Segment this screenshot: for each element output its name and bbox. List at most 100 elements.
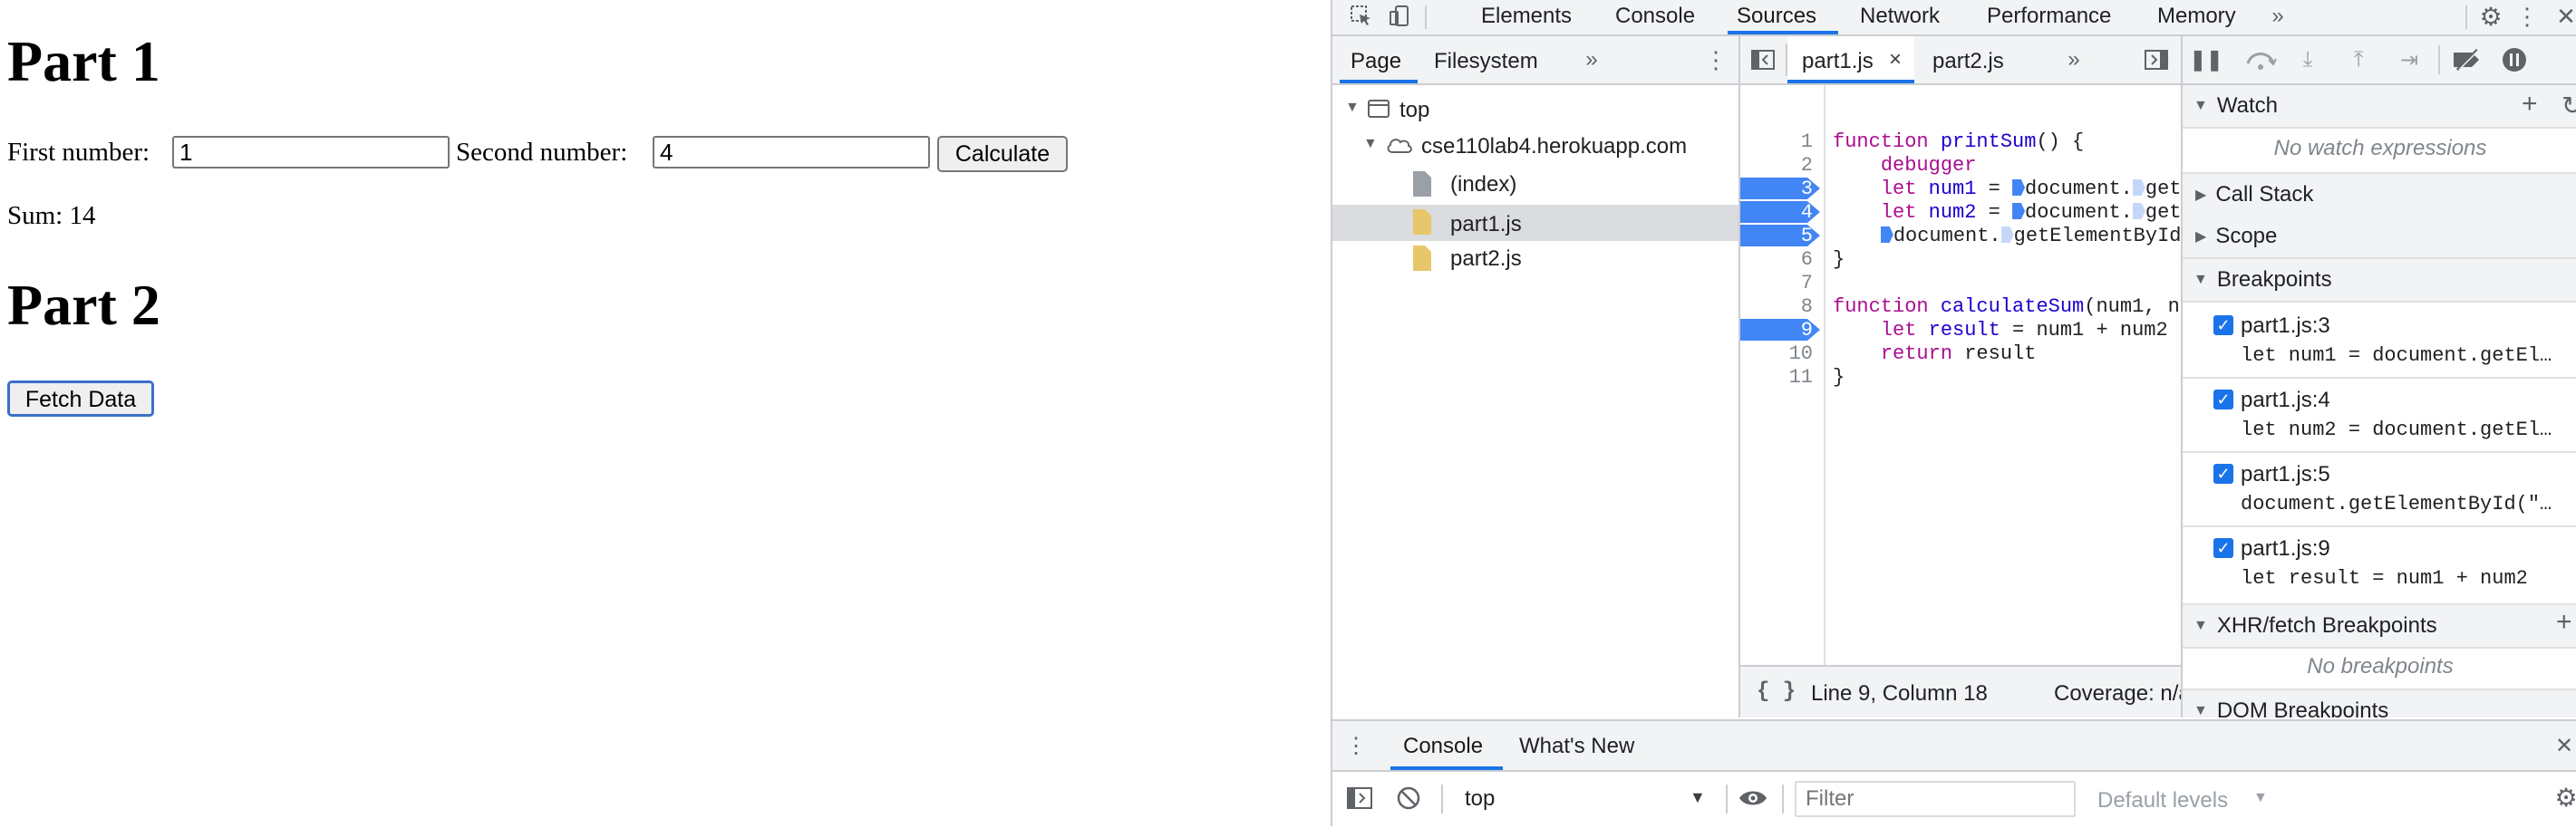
pretty-print-icon[interactable]: { } [1757, 679, 1796, 704]
tree-item-index[interactable]: (index) [1341, 168, 1731, 199]
checkbox-checked-icon[interactable]: ✓ [2213, 315, 2233, 335]
dom-breakpoints-title: DOM Breakpoints [2216, 698, 2389, 717]
refresh-watch-icon[interactable]: ↻ [2561, 91, 2576, 120]
close-tab-icon[interactable]: × [1889, 47, 1902, 72]
second-number-input[interactable]: 4 [653, 136, 930, 168]
tab-memory[interactable]: Memory [2157, 4, 2236, 29]
editor-tab-part1[interactable]: part1.js × [1787, 36, 1914, 83]
line-number[interactable]: 10 [1740, 342, 1813, 365]
tab-elements[interactable]: Elements [1481, 4, 1572, 29]
breakpoint-item[interactable]: ✓ part1.js:3 let num1 = document.getEl… [2183, 304, 2576, 379]
expand-triangle-icon[interactable]: ▶ [2195, 227, 2206, 246]
inline-breakpoint-icon[interactable] [2012, 179, 2026, 196]
breakpoint-location: part1.js:3 [2241, 313, 2330, 338]
line-number[interactable]: 1 [1740, 130, 1813, 153]
calculate-button[interactable]: Calculate [937, 136, 1068, 172]
tab-network[interactable]: Network [1860, 4, 1940, 29]
drawer-menu-icon[interactable]: ⋮ [1345, 732, 1367, 759]
line-number[interactable]: 4 [1740, 201, 1813, 224]
tab-performance[interactable]: Performance [1987, 4, 2111, 29]
step-over-icon[interactable] [2242, 47, 2279, 72]
more-nav-tabs-icon[interactable]: » [1581, 47, 1603, 72]
collapse-triangle-icon[interactable]: ▼ [2193, 703, 2208, 717]
collapse-triangle-icon[interactable]: ▼ [2193, 272, 2208, 288]
code-line-2: debugger [1880, 154, 1977, 177]
editor-tab-part1-label: part1.js [1802, 49, 1874, 73]
line-number[interactable]: 9 [1740, 319, 1813, 342]
add-xhr-breakpoint-icon[interactable]: + [2556, 607, 2572, 638]
inline-breakpoint-icon[interactable] [2132, 179, 2145, 196]
call-stack-header[interactable]: ▶ Call Stack [2183, 172, 2576, 217]
breakpoint-location: part1.js:9 [2241, 536, 2330, 561]
add-watch-icon[interactable]: + [2522, 89, 2538, 120]
tab-page[interactable]: Page [1351, 49, 1401, 74]
tab-console[interactable]: Console [1615, 4, 1695, 29]
inline-breakpoint-icon[interactable] [1880, 226, 1893, 243]
inline-breakpoint-icon[interactable] [2000, 226, 2014, 243]
log-levels-dropdown[interactable]: Default levels ▼ [2090, 781, 2271, 817]
breakpoint-item[interactable]: ✓ part1.js:5 document.getElementById("… [2183, 453, 2576, 527]
more-editor-tabs-icon[interactable]: » [2063, 47, 2085, 72]
first-number-input[interactable]: 1 [172, 136, 450, 168]
scope-header[interactable]: ▶ Scope [2183, 216, 2576, 259]
step-icon[interactable]: ⇥ [2395, 47, 2424, 72]
step-into-icon[interactable]: ⤓ [2295, 47, 2320, 72]
toggle-debugger-icon[interactable] [2143, 47, 2170, 72]
breakpoint-item[interactable]: ✓ part1.js:9 let result = num1 + num2 [2183, 527, 2576, 600]
navigator-pane: Page Filesystem » ⋮ ▼ top ▼ cse110lab4.h… [1332, 36, 1738, 717]
close-devtools-icon[interactable]: ✕ [2554, 2, 2576, 31]
tree-item-top[interactable]: ▼ top [1341, 96, 1731, 125]
deactivate-breakpoints-icon[interactable] [2451, 47, 2484, 72]
tree-item-part1-selected[interactable]: part1.js [1332, 205, 1738, 241]
collapse-triangle-icon[interactable]: ▼ [2193, 618, 2208, 634]
checkbox-checked-icon[interactable]: ✓ [2213, 538, 2233, 558]
close-drawer-icon[interactable]: ✕ [2552, 732, 2576, 759]
pause-on-exceptions-icon[interactable] [2500, 45, 2529, 74]
live-expression-eye-icon[interactable] [1735, 785, 1771, 812]
navigator-menu-icon[interactable]: ⋮ [1704, 46, 1728, 73]
line-number[interactable]: 5 [1740, 225, 1813, 247]
drawer-tab-console[interactable]: Console [1403, 734, 1483, 759]
breakpoints-header[interactable]: ▼ Breakpoints [2183, 259, 2576, 303]
dom-breakpoints-header[interactable]: ▼ DOM Breakpoints [2183, 688, 2576, 717]
inline-breakpoint-icon[interactable] [2012, 203, 2026, 219]
editor-tab-part2[interactable]: part2.js [1932, 49, 2004, 74]
console-settings-gear-icon[interactable]: ⚙ [2552, 783, 2576, 812]
tab-filesystem[interactable]: Filesystem [1434, 49, 1538, 74]
collapse-triangle-icon[interactable]: ▼ [2193, 98, 2208, 114]
context-selector[interactable]: top ▼ [1452, 781, 1717, 815]
line-number[interactable]: 6 [1740, 248, 1813, 271]
inline-breakpoint-icon[interactable] [2132, 203, 2145, 219]
tree-item-domain[interactable]: ▼ cse110lab4.herokuapp.com [1341, 132, 1731, 161]
drawer-tab-whats-new[interactable]: What's New [1519, 734, 1634, 759]
show-sidebar-icon[interactable] [1345, 785, 1374, 812]
line-number[interactable]: 2 [1740, 154, 1813, 177]
expand-triangle-icon[interactable]: ▼ [1363, 136, 1378, 152]
line-number[interactable]: 11 [1740, 366, 1813, 389]
expand-triangle-icon[interactable]: ▶ [2195, 186, 2206, 204]
expand-triangle-icon[interactable]: ▼ [1345, 100, 1360, 116]
more-options-icon[interactable]: ⋮ [2515, 2, 2539, 31]
line-number[interactable]: 7 [1740, 272, 1813, 294]
pause-icon[interactable]: ❚❚ [2190, 47, 2223, 72]
checkbox-checked-icon[interactable]: ✓ [2213, 390, 2233, 409]
line-number[interactable]: 3 [1740, 178, 1813, 200]
console-filter-input[interactable] [1795, 781, 2076, 817]
step-out-icon[interactable]: ⤒ [2346, 47, 2371, 72]
more-tabs-chevron-icon[interactable]: » [2266, 4, 2290, 29]
inspect-element-icon[interactable] [1347, 2, 1376, 31]
line-number[interactable]: 8 [1740, 295, 1813, 318]
tab-sources[interactable]: Sources [1737, 4, 1816, 29]
settings-gear-icon[interactable]: ⚙ [2476, 2, 2505, 31]
coverage-status: Coverage: n/a [2054, 681, 2181, 706]
toggle-navigator-icon[interactable] [1749, 47, 1777, 72]
part2-heading: Part 2 [7, 273, 160, 337]
tree-item-part2[interactable]: part2.js [1341, 243, 1731, 274]
fetch-data-button[interactable]: Fetch Data [7, 380, 154, 417]
checkbox-checked-icon[interactable]: ✓ [2213, 464, 2233, 484]
watch-section-header[interactable]: ▼ Watch + ↻ [2183, 85, 2576, 129]
clear-console-icon[interactable] [1394, 785, 1423, 812]
xhr-breakpoints-header[interactable]: ▼ XHR/fetch Breakpoints + [2183, 603, 2576, 649]
breakpoint-item[interactable]: ✓ part1.js:4 let num2 = document.getEl… [2183, 379, 2576, 453]
device-toolbar-icon[interactable] [1385, 2, 1414, 31]
